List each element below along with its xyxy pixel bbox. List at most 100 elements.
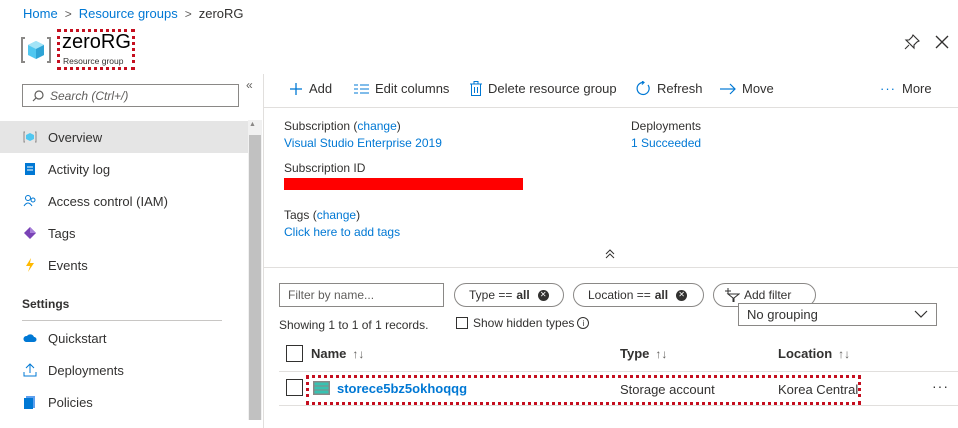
divider — [264, 267, 958, 268]
lightning-icon — [22, 257, 38, 273]
close-icon[interactable] — [934, 34, 950, 50]
info-icon[interactable]: i — [577, 317, 590, 329]
sidebar-item-deployments[interactable]: Deployments — [0, 354, 248, 386]
sidebar-scroll-thumb[interactable] — [249, 135, 261, 420]
subscription-id-label: Subscription ID — [284, 161, 366, 175]
grouping-dropdown[interactable]: No grouping — [738, 303, 937, 326]
type-filter-value: all — [516, 288, 530, 302]
row-more-icon[interactable]: ··· — [932, 378, 949, 394]
location-filter-label: Location == — [588, 288, 651, 302]
sidebar-section-settings: Settings — [22, 297, 70, 311]
tags-change-link[interactable]: change — [317, 208, 356, 222]
subscription-link[interactable]: Visual Studio Enterprise 2019 — [284, 136, 442, 150]
show-hidden-types-checkbox[interactable] — [456, 317, 468, 329]
select-all-checkbox[interactable] — [286, 345, 303, 362]
sidebar-item-tags[interactable]: Tags — [0, 217, 248, 249]
column-header-label: Location — [778, 346, 833, 361]
divider — [279, 405, 958, 406]
sidebar-item-overview[interactable]: Overview — [0, 121, 248, 153]
upload-icon — [22, 362, 38, 378]
add-tags-link[interactable]: Click here to add tags — [284, 225, 400, 239]
collapse-essentials-icon[interactable] — [605, 248, 615, 262]
divider — [264, 107, 958, 108]
search-icon — [32, 89, 44, 101]
sidebar-item-access-control[interactable]: Access control (IAM) — [0, 185, 248, 217]
grouping-value: No grouping — [747, 307, 818, 322]
pin-icon[interactable] — [904, 34, 920, 50]
sidebar-item-activity-log[interactable]: Activity log — [0, 153, 248, 185]
breadcrumb-resource-groups[interactable]: Resource groups — [79, 6, 178, 21]
sidebar-item-label: Events — [48, 257, 88, 273]
page-title: zeroRG — [62, 31, 131, 53]
add-filter-label: Add filter — [744, 288, 792, 302]
location-filter-pill[interactable]: Location == all ✕ — [573, 283, 704, 307]
tags-label-row: Tags (change) — [284, 208, 361, 222]
delete-resource-group-button[interactable]: Delete resource group — [470, 81, 617, 96]
resource-type: Storage account — [620, 382, 715, 397]
breadcrumb-home[interactable]: Home — [23, 6, 58, 21]
more-label: More — [902, 81, 932, 96]
sidebar-item-label: Policies — [48, 394, 93, 410]
type-filter-label: Type == — [469, 288, 513, 302]
trash-icon — [470, 81, 482, 96]
column-header-location[interactable]: Location ↑↓ — [778, 346, 850, 361]
filter-by-name[interactable] — [279, 283, 444, 307]
sidebar-item-quickstart[interactable]: Quickstart — [0, 322, 248, 354]
move-button[interactable]: Move — [720, 81, 774, 96]
breadcrumb: Home > Resource groups > zeroRG — [23, 6, 244, 21]
sidebar-search-input[interactable] — [50, 88, 220, 103]
sidebar-item-policies[interactable]: Policies — [0, 386, 248, 418]
chevron-down-icon — [914, 310, 928, 318]
divider — [22, 320, 222, 321]
resource-location: Korea Central — [778, 382, 859, 397]
add-filter-icon — [725, 288, 740, 302]
arrow-right-icon — [720, 83, 736, 95]
cloud-icon — [22, 330, 38, 346]
sidebar-item-label: Activity log — [48, 161, 111, 177]
resource-group-icon — [21, 37, 51, 63]
subscription-change-link[interactable]: change — [357, 119, 396, 133]
sort-icon: ↑↓ — [352, 346, 365, 361]
column-header-name[interactable]: Name ↑↓ — [311, 346, 364, 361]
people-icon — [22, 193, 38, 209]
location-filter-value: all — [654, 288, 669, 302]
resource-name-link[interactable]: storece5bz5okhoqqg — [337, 381, 467, 396]
sidebar-item-label: Overview — [48, 129, 103, 145]
collapse-sidebar-icon[interactable]: « — [246, 78, 253, 92]
column-header-type[interactable]: Type ↑↓ — [620, 346, 667, 361]
refresh-label: Refresh — [657, 81, 703, 96]
policy-icon — [22, 394, 38, 410]
filter-by-name-input[interactable] — [288, 288, 438, 302]
column-header-label: Name — [311, 346, 347, 361]
sidebar-item-events[interactable]: Events — [0, 249, 248, 281]
sidebar-item-label: Tags — [48, 225, 76, 241]
sidebar-search[interactable] — [22, 84, 239, 107]
tag-icon — [22, 225, 38, 241]
chevron-right-icon: > — [64, 6, 72, 21]
deployments-link[interactable]: 1 Succeeded — [631, 136, 701, 150]
refresh-button[interactable]: Refresh — [636, 81, 703, 96]
show-hidden-types[interactable]: Show hidden types i — [456, 316, 590, 330]
more-button[interactable]: ··· More — [880, 81, 932, 96]
tags-label: Tags — [284, 208, 310, 222]
breadcrumb-current: zeroRG — [198, 6, 244, 21]
sidebar-item-label: Quickstart — [48, 330, 107, 346]
ellipsis-icon: ··· — [880, 81, 896, 96]
records-count: Showing 1 to 1 of 1 records. — [279, 318, 429, 332]
remove-filter-icon[interactable]: ✕ — [537, 289, 549, 301]
sort-icon: ↑↓ — [838, 346, 851, 361]
remove-filter-icon[interactable]: ✕ — [676, 289, 688, 301]
scroll-up-icon[interactable]: ▲ — [249, 121, 256, 128]
row-checkbox[interactable] — [286, 379, 303, 396]
edit-columns-button[interactable]: Edit columns — [354, 81, 449, 96]
subscription-id-redacted — [284, 178, 523, 190]
chevron-right-icon: > — [184, 6, 192, 21]
add-button[interactable]: Add — [289, 81, 332, 96]
edit-columns-label: Edit columns — [375, 81, 450, 96]
refresh-icon — [636, 81, 651, 96]
type-filter-pill[interactable]: Type == all ✕ — [454, 283, 564, 307]
subscription-label: Subscription — [284, 119, 351, 133]
move-label: Move — [742, 81, 774, 96]
plus-icon — [289, 82, 303, 96]
subscription-label-row: Subscription (change) — [284, 119, 401, 133]
